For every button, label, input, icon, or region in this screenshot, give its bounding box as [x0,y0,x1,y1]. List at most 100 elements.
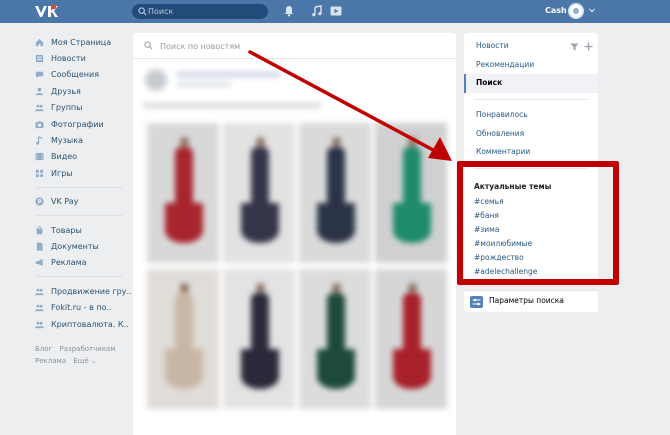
community-icon [35,288,44,295]
header-search[interactable] [132,4,268,19]
home-icon [35,38,44,46]
sidebar-item-music[interactable]: Музыка [35,132,125,148]
search-icon [144,41,153,50]
sidebar-divider [35,186,123,188]
sidebar-item-community-2[interactable]: Fokit.ru - в по.. [35,299,125,315]
news-feed [133,33,456,435]
chevron-down-icon[interactable] [589,8,595,13]
sidebar-item-label: Сообщения [51,70,100,80]
documents-icon [36,242,43,251]
sidebar-item-label: Игры [51,168,73,178]
sidebar-item-label: Документы [51,241,99,251]
sidebar-item-vkpay[interactable]: VK Pay [35,194,125,210]
camera-icon [35,120,44,128]
friends-icon [35,87,44,95]
search-params-label: Параметры поиска [489,296,564,305]
sidebar-item-label: VK Pay [51,197,79,207]
sidebar-item-ads[interactable]: Реклама [35,255,125,271]
right-nav-divider [474,99,588,101]
sidebar-item-groups[interactable]: Группы [35,100,125,116]
sidebar-item-label: Fokit.ru - в по.. [51,303,112,313]
sidebar-item-documents[interactable]: Документы [35,238,125,254]
sidebar-item-label: Группы [51,103,83,113]
post-author-avatar[interactable] [145,69,167,91]
sidebar-item-friends[interactable]: Друзья [35,83,125,99]
search-icon [138,7,147,16]
video-icon [35,153,44,161]
annotation-highlight-box [457,161,619,285]
sidebar-item-label: Друзья [51,86,81,96]
post-text [142,103,322,108]
sidebar-item-label: Реклама [51,258,87,268]
sidebar-item-news[interactable]: Новости [35,50,125,66]
sidebar-item-label: Продвижение гру.. [51,286,132,296]
sidebar-item-label: Товары [51,225,82,235]
post-photo[interactable] [299,123,371,263]
music-icon [36,136,43,145]
ads-icon [35,259,43,267]
music-icon[interactable] [311,5,323,17]
sidebar-item-video[interactable]: Видео [35,149,125,165]
sidebar-item-goods[interactable]: Товары [35,222,125,238]
right-nav-news[interactable]: Новости [464,37,598,56]
goods-icon [36,225,43,234]
post-photo[interactable] [147,123,219,263]
right-nav-label: Поиск [476,78,503,88]
sidebar-item-community-3[interactable]: Криптовалюта. К.. [35,316,129,332]
post-date [176,82,231,87]
vk-logo-icon[interactable] [34,4,58,18]
sidebar-item-games[interactable]: Игры [35,165,125,181]
sidebar-item-label: Видео [51,152,78,162]
post-photo[interactable] [299,269,371,409]
footer-link-ads[interactable]: Реклама [35,357,66,365]
sidebar-item-community-1[interactable]: Продвижение гру.. [35,283,132,299]
sidebar-item-label: Криптовалюта. К.. [51,319,129,329]
bell-icon[interactable] [283,5,295,17]
vkpay-icon [35,197,44,206]
post-photo[interactable] [375,269,447,409]
sidebar-item-my-page[interactable]: Моя Страница [35,34,125,50]
footer-link-blog[interactable]: Блог [35,345,52,353]
left-sidebar: Моя Страница Новости Сообщения Друзья Гр… [35,34,132,332]
post-author-name[interactable] [176,72,281,77]
groups-icon [35,104,44,112]
post-photo[interactable] [223,269,295,409]
right-nav-label: Новости [476,41,509,50]
sidebar-footer: Блог Разработчикам Реклама Ещё ⌄ [35,343,135,367]
post-photo[interactable] [375,123,447,263]
right-nav-comments[interactable]: Комментарии [464,143,598,162]
sidebar-item-label: Фотографии [51,119,104,129]
sidebar-divider [35,276,123,278]
community-icon [35,304,44,312]
sidebar-divider [35,214,123,216]
right-nav-label: Понравилось [476,110,528,120]
sidebar-item-label: Моя Страница [51,37,112,47]
post-photo[interactable] [223,123,295,263]
right-nav-label: Обновления [476,128,525,138]
news-search-input[interactable] [160,39,310,53]
filter-icon[interactable] [570,43,579,51]
right-nav-label: Рекомендации [476,59,535,69]
right-nav-recommendations[interactable]: Рекомендации [464,56,598,75]
footer-link-more[interactable]: Ещё ⌄ [73,357,96,365]
plus-icon[interactable] [584,42,593,51]
blurred-post [142,67,447,435]
sidebar-item-label: Музыка [51,136,83,146]
messages-icon [35,72,44,79]
search-params-button[interactable]: Параметры поиска [464,290,598,312]
footer-link-developers[interactable]: Разработчикам [59,345,115,353]
community-icon [35,321,44,328]
sidebar-item-messages[interactable]: Сообщения [35,67,125,83]
post-photo[interactable] [147,269,219,409]
video-icon[interactable] [330,5,342,17]
top-header: Cash [0,0,670,23]
right-nav-search[interactable]: Поиск [464,74,598,94]
news-icon [35,54,44,63]
header-username[interactable]: Cash [545,6,567,15]
right-nav-updates[interactable]: Обновления [464,125,598,144]
sidebar-item-photos[interactable]: Фотографии [35,116,125,132]
avatar[interactable] [568,3,584,19]
header-search-input[interactable] [148,5,263,18]
news-search-bar[interactable] [133,33,456,59]
right-nav-liked[interactable]: Понравилось [464,106,598,125]
